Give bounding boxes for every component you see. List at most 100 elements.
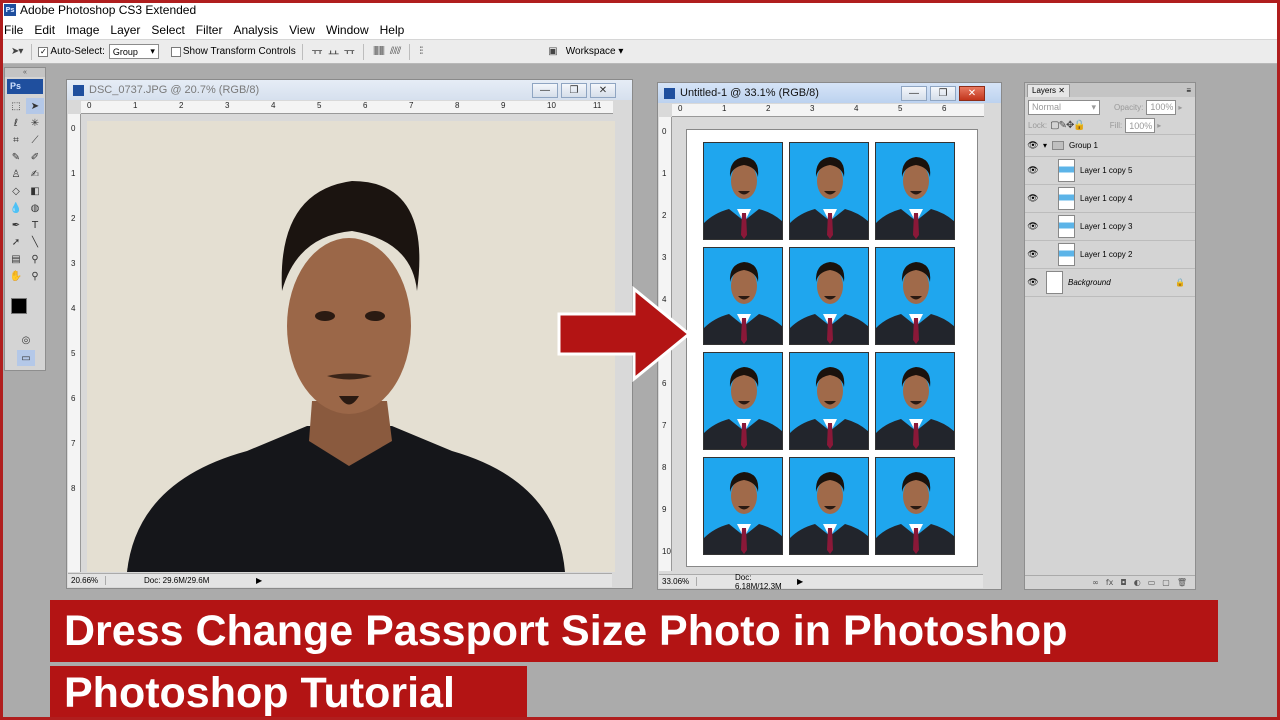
eyedropper-icon[interactable]: ⚲ <box>26 251 44 267</box>
menu-analysis[interactable]: Analysis <box>233 23 278 37</box>
workspace-camera-icon[interactable]: ▣ <box>548 46 558 57</box>
new-group-icon[interactable]: ▭ <box>1148 578 1156 587</box>
trash-icon[interactable]: 🗑 <box>1177 578 1187 587</box>
path-select-icon[interactable]: ➚ <box>7 234 25 250</box>
restore-button[interactable]: ❐ <box>930 86 956 101</box>
distribute-icon[interactable]: ⫼⫼⫼ <box>373 46 385 57</box>
restore-button[interactable]: ❐ <box>561 83 587 98</box>
brush-tool-icon[interactable]: ✐ <box>26 149 44 165</box>
show-transform-checkbox[interactable] <box>170 46 181 57</box>
type-tool-icon[interactable]: T <box>26 217 44 233</box>
menu-edit[interactable]: Edit <box>34 23 55 37</box>
menu-window[interactable]: Window <box>326 23 369 37</box>
tab-layers-label: Layers <box>1032 85 1057 95</box>
close-button[interactable]: ✕ <box>590 83 616 98</box>
menu-select[interactable]: Select <box>151 23 184 37</box>
zoom-level[interactable]: 33.06% <box>659 577 697 586</box>
layer-row[interactable]: 👁 Layer 1 copy 5 <box>1025 157 1195 185</box>
opacity-field[interactable]: 100% <box>1146 99 1177 115</box>
magic-wand-icon[interactable]: ✳ <box>26 115 44 131</box>
layer-row[interactable]: 👁 Layer 1 copy 2 <box>1025 241 1195 269</box>
notes-tool-icon[interactable]: ▤ <box>7 251 25 267</box>
visibility-eye-icon[interactable]: 👁 <box>1025 278 1041 288</box>
passport-photo <box>703 457 783 555</box>
fx-icon[interactable]: fx <box>1106 578 1114 587</box>
layer-row[interactable]: 👁 Layer 1 copy 3 <box>1025 213 1195 241</box>
move-tool-icon[interactable]: ➤ <box>26 98 44 114</box>
ruler-label: 9 <box>662 505 667 514</box>
blend-mode-dropdown[interactable]: Normal ▾ <box>1028 99 1100 115</box>
dodge-tool-icon[interactable]: ◍ <box>26 200 44 216</box>
close-button[interactable]: ✕ <box>959 86 985 101</box>
crop-tool-icon[interactable]: ⌗ <box>7 132 25 148</box>
tab-layers[interactable]: Layers ✕ <box>1027 83 1070 97</box>
align-center-icon[interactable]: ⫠⫠ <box>328 46 339 57</box>
hand-tool-icon[interactable]: ✋ <box>7 268 25 284</box>
status-arrow-icon[interactable]: ▶ <box>256 576 262 585</box>
status-arrow-icon[interactable]: ▶ <box>797 577 803 586</box>
quick-mask-icon[interactable]: ◎ <box>17 332 35 348</box>
zoom-tool-icon[interactable]: ⚲ <box>26 268 44 284</box>
clone-stamp-icon[interactable]: ♙ <box>7 166 25 182</box>
layer-row[interactable]: 👁 Layer 1 copy 4 <box>1025 185 1195 213</box>
photoshop-icon: Ps <box>4 4 16 16</box>
pen-tool-icon[interactable]: ✒ <box>7 217 25 233</box>
align-top-icon[interactable]: ⫟⫟ <box>312 46 323 57</box>
gradient-tool-icon[interactable]: ◧ <box>26 183 44 199</box>
doc-size[interactable]: Doc: 6.18M/12.3M <box>697 573 797 591</box>
lock-options-icon[interactable]: ▢✎✥🔒 <box>1050 120 1086 131</box>
layer-row-group[interactable]: 👁 ▾ Group 1 <box>1025 135 1195 157</box>
ruler-label: 0 <box>678 104 683 113</box>
auto-select-dropdown[interactable]: Group ▾ <box>108 44 159 59</box>
menu-view[interactable]: View <box>289 23 315 37</box>
zoom-level[interactable]: 20.66% <box>68 576 106 585</box>
healing-brush-icon[interactable]: ✎ <box>7 149 25 165</box>
move-tool-icon[interactable]: ➤▾ <box>11 46 23 57</box>
panel-menu-icon[interactable]: ≡ <box>1186 86 1191 95</box>
chevron-right-icon[interactable]: ▸ <box>1157 121 1161 130</box>
document-window-original[interactable]: DSC_0737.JPG @ 20.7% (RGB/8) — ❐ ✕ 0 1 2… <box>66 79 633 589</box>
menu-help[interactable]: Help <box>380 23 405 37</box>
menu-filter[interactable]: Filter <box>196 23 223 37</box>
doc-size[interactable]: Doc: 29.6M/29.6M <box>106 576 256 585</box>
menu-file[interactable]: File <box>4 23 23 37</box>
new-layer-icon[interactable]: ▢ <box>1162 578 1170 587</box>
auto-select-checkbox[interactable]: ✓ <box>38 46 49 57</box>
visibility-eye-icon[interactable]: 👁 <box>1025 141 1041 151</box>
blend-mode-value: Normal <box>1032 102 1062 112</box>
fill-field[interactable]: 100% <box>1125 118 1156 133</box>
distribute-h-icon[interactable]: ⫽⫽⫽ <box>390 46 401 57</box>
screen-mode-icon[interactable]: ▭ <box>17 350 35 366</box>
chevron-down-icon[interactable]: ▾ <box>1043 141 1047 150</box>
workspace-button[interactable]: Workspace ▾ <box>566 46 624 57</box>
layer-row-background[interactable]: 👁 Background 🔒 <box>1025 269 1195 297</box>
foreground-color-swatch[interactable] <box>11 298 27 314</box>
link-layers-icon[interactable]: ∞ <box>1092 578 1099 587</box>
minimize-button[interactable]: — <box>901 86 927 101</box>
adjustment-icon[interactable]: ◐ <box>1134 578 1141 587</box>
layer-thumbnail <box>1058 215 1075 238</box>
visibility-eye-icon[interactable]: 👁 <box>1025 222 1041 232</box>
visibility-eye-icon[interactable]: 👁 <box>1025 194 1041 204</box>
auto-align-icon[interactable]: ⫶⫶ <box>419 46 423 57</box>
menu-layer[interactable]: Layer <box>110 23 140 37</box>
blur-tool-icon[interactable]: 💧 <box>7 200 25 216</box>
passport-photo <box>789 142 869 240</box>
arrow-right-icon <box>557 286 692 382</box>
mask-icon[interactable]: ◘ <box>1120 578 1126 587</box>
line-tool-icon[interactable]: ╲ <box>26 234 44 250</box>
marquee-tool-icon[interactable]: ⬚ <box>7 98 25 114</box>
visibility-eye-icon[interactable]: 👁 <box>1025 166 1041 176</box>
align-bottom-icon[interactable]: ⫟⫟ <box>344 46 355 57</box>
document-window-passport[interactable]: Untitled-1 @ 33.1% (RGB/8) — ❐ ✕ 0 1 2 3… <box>657 82 1002 591</box>
tools-collapse-button[interactable]: « <box>5 68 45 77</box>
menu-image[interactable]: Image <box>66 23 99 37</box>
passport-photo <box>703 142 783 240</box>
minimize-button[interactable]: — <box>532 83 558 98</box>
history-brush-icon[interactable]: ✍ <box>26 166 44 182</box>
slice-tool-icon[interactable]: ⟋ <box>26 132 44 148</box>
eraser-tool-icon[interactable]: ◇ <box>7 183 25 199</box>
visibility-eye-icon[interactable]: 👁 <box>1025 250 1041 260</box>
chevron-right-icon[interactable]: ▸ <box>1178 103 1182 112</box>
lasso-tool-icon[interactable]: ℓ <box>7 115 25 131</box>
